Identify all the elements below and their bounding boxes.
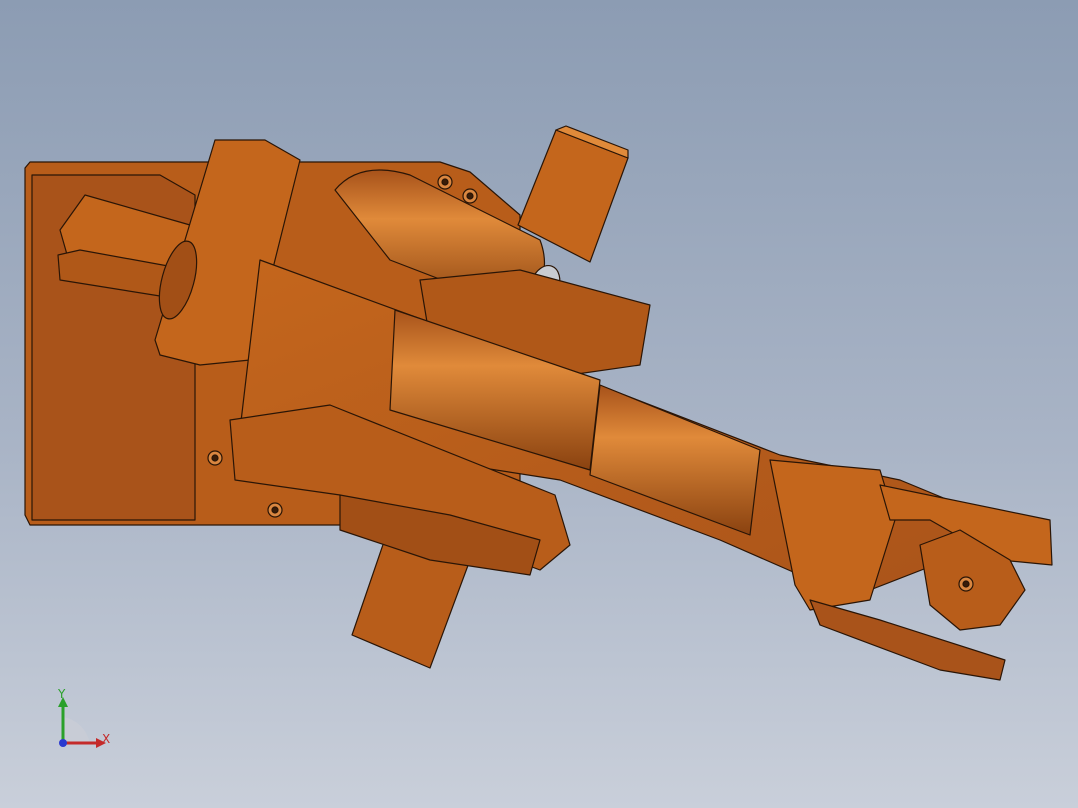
graphics-viewport[interactable]: Y X (0, 0, 1078, 808)
y-axis-label: Y (58, 687, 66, 701)
robot-arm-model[interactable] (0, 0, 1078, 808)
triad-arc (63, 717, 90, 743)
z-axis-dot (59, 739, 67, 747)
x-axis-label: X (102, 732, 111, 746)
